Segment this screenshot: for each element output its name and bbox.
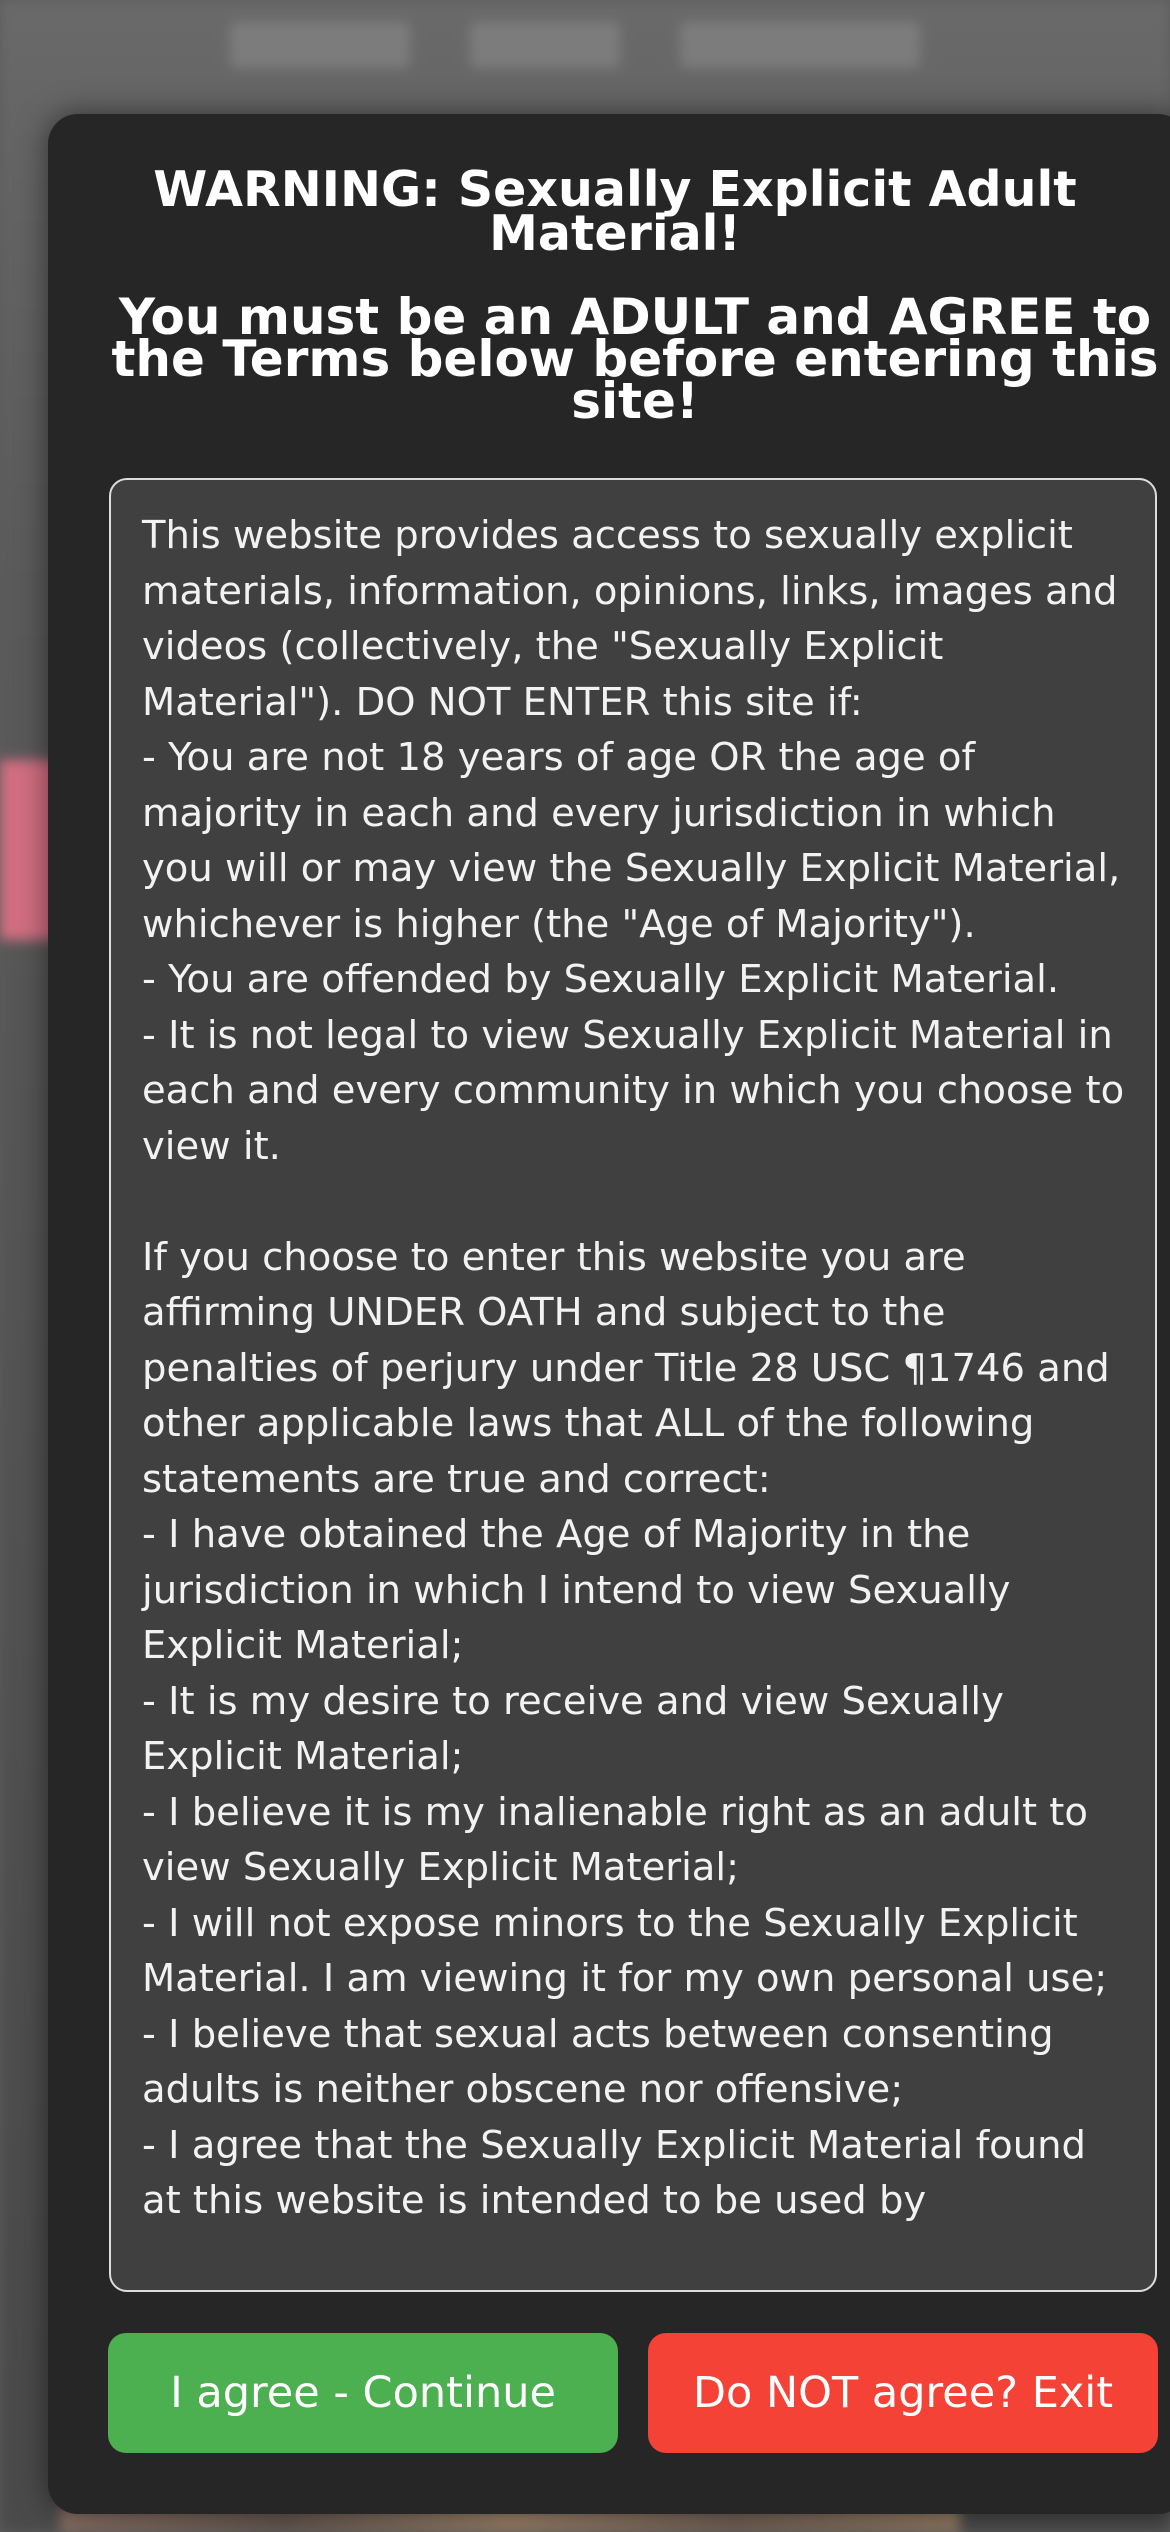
warning-heading: WARNING: Sexually Explicit Adult Materia… <box>153 161 1077 262</box>
background-nav-item <box>680 22 920 68</box>
background-nav-item <box>470 22 620 68</box>
exit-button[interactable]: Do NOT agree? Exit <box>648 2333 1158 2453</box>
background-nav <box>230 22 920 68</box>
agree-continue-button[interactable]: I agree - Continue <box>108 2333 618 2453</box>
background-nav-item <box>230 22 410 68</box>
terms-scroll-box[interactable]: This website provides access to sexually… <box>109 478 1157 2292</box>
terms-text: This website provides access to sexually… <box>142 513 1125 2223</box>
adult-agreement-heading: You must be an ADULT and AGREE to the Te… <box>111 288 1159 430</box>
